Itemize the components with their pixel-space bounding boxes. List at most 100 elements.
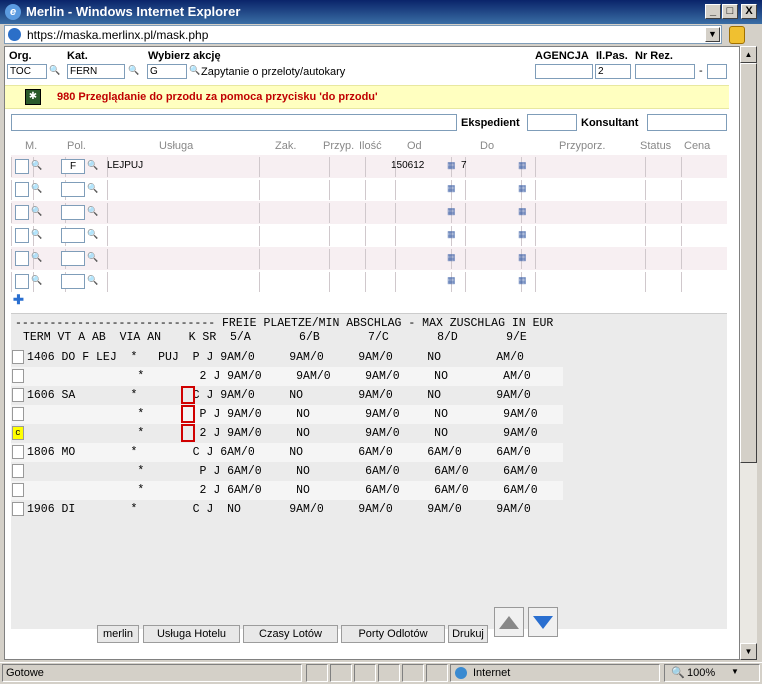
merlin-button[interactable]: merlin [97,625,139,643]
calendar-icon[interactable]: ▦ [518,275,527,286]
m-checkbox[interactable] [15,205,29,220]
ilpas-input[interactable]: 2 [595,64,631,79]
grid-cell [365,272,395,292]
calendar-icon[interactable]: ▦ [518,229,527,240]
grid-cell [107,226,259,246]
calendar-icon[interactable]: ▦ [518,183,527,194]
select-checkbox[interactable] [12,502,24,516]
kat-input[interactable]: FERN [67,64,125,79]
calendar-icon[interactable]: ▦ [447,160,456,171]
select-checkbox[interactable] [12,407,24,421]
select-checkbox[interactable] [12,388,24,402]
zone-panel[interactable]: Internet [450,664,660,682]
nrrez-input[interactable] [635,64,695,79]
grid-cell [681,180,727,200]
maximize-button[interactable]: □ [722,4,738,19]
od-value[interactable]: 150612 [391,160,424,171]
search-icon[interactable]: 🔍 [31,183,42,194]
select-checkbox[interactable] [12,445,24,459]
select-checkbox[interactable] [12,483,24,497]
vertical-scrollbar[interactable]: ▲ ▼ [740,46,757,660]
calendar-icon[interactable]: ▦ [518,206,527,217]
search-icon[interactable]: 🔍 [31,160,42,171]
m-checkbox[interactable] [15,251,29,266]
grid-cell [395,180,451,200]
grid-cell [535,226,645,246]
search-icon[interactable]: 🔍 [49,65,60,76]
add-row-icon[interactable]: ✚ [13,292,24,308]
do-value[interactable]: 7 [461,160,467,171]
select-checkbox[interactable]: c [12,426,24,440]
calendar-icon[interactable]: ▦ [447,229,456,240]
pol-input[interactable] [61,205,85,220]
calendar-icon[interactable]: ▦ [447,252,456,263]
pol-input[interactable] [61,274,85,289]
akcja-input[interactable]: G [147,64,187,79]
m-checkbox[interactable] [15,228,29,243]
akcja-label: Wybierz akcję [148,50,221,62]
flight-times-button[interactable]: Czasy Lotów [243,625,338,643]
grid-cell [329,180,365,200]
org-input[interactable]: TOC [7,64,47,79]
select-checkbox[interactable] [12,369,24,383]
close-button[interactable]: X [741,4,757,19]
agencja-input[interactable] [535,64,593,79]
pol-input[interactable]: F [61,159,85,174]
grid-cell [329,157,365,177]
availability-line: * P J 9AM/0 NO 9AM/0 NO 9AM/0 [11,405,563,424]
search-icon[interactable]: 🔍 [31,275,42,286]
scroll-up-button[interactable] [494,607,524,637]
search-icon[interactable]: 🔍 [87,183,98,194]
col-m: M. [25,140,38,152]
chevron-down-icon[interactable]: ▼ [705,27,720,42]
search-icon[interactable]: 🔍 [87,206,98,217]
m-checkbox[interactable] [15,159,29,174]
search-icon[interactable]: 🔍 [31,229,42,240]
search-icon[interactable]: 🔍 [87,252,98,263]
print-button[interactable]: Drukuj [448,625,488,643]
scrollbar-thumb[interactable] [740,63,757,463]
hotel-service-button[interactable]: Usługa Hotelu [143,625,240,643]
pol-input[interactable] [61,251,85,266]
calendar-icon[interactable]: ▦ [518,160,527,171]
lock-icon[interactable] [729,26,745,44]
calendar-icon[interactable]: ▦ [447,275,456,286]
select-checkbox[interactable] [12,464,24,478]
class-highlight-box [181,386,195,404]
chevron-down-icon[interactable]: ▼ [731,667,739,676]
scroll-down-button[interactable] [528,607,558,637]
konsultant-input[interactable] [647,114,727,131]
search-icon[interactable]: 🔍 [31,252,42,263]
search-icon[interactable]: 🔍 [189,65,200,76]
pol-input[interactable] [61,182,85,197]
usluga-value[interactable]: LEJPUJ [107,160,143,171]
calendar-icon[interactable]: ▦ [518,252,527,263]
search-icon[interactable]: 🔍 [87,160,98,171]
zoom-icon: 🔍 [671,667,685,679]
grid-cell [259,249,329,269]
search-icon[interactable]: 🔍 [31,206,42,217]
zoom-panel[interactable]: 🔍 100% ▼ [664,664,760,682]
scroll-up-arrow-icon[interactable]: ▲ [740,46,757,63]
availability-line: c * 2 J 9AM/0 NO 9AM/0 NO 9AM/0 [11,424,563,443]
scroll-down-arrow-icon[interactable]: ▼ [740,643,757,660]
m-checkbox[interactable] [15,274,29,289]
col-ilosc: Ilość [359,140,382,152]
nrrez-suffix-input[interactable] [707,64,727,79]
calendar-icon[interactable]: ▦ [447,183,456,194]
minimize-button[interactable]: _ [705,4,721,19]
ekspedient-input[interactable] [527,114,577,131]
service-row: 🔍 🔍 ▦ ▦ [11,224,727,247]
pol-input[interactable] [61,228,85,243]
free-text-input[interactable] [11,114,457,131]
select-checkbox[interactable] [12,350,24,364]
m-checkbox[interactable] [15,182,29,197]
search-icon[interactable]: 🔍 [87,275,98,286]
address-field[interactable]: https://maska.merlinx.pl/mask.php ▼ [4,25,722,44]
ie-logo-icon: e [5,4,21,20]
status-panel-empty [378,664,400,682]
search-icon[interactable]: 🔍 [128,65,139,76]
departure-ports-button[interactable]: Porty Odlotów [341,625,445,643]
calendar-icon[interactable]: ▦ [447,206,456,217]
search-icon[interactable]: 🔍 [87,229,98,240]
